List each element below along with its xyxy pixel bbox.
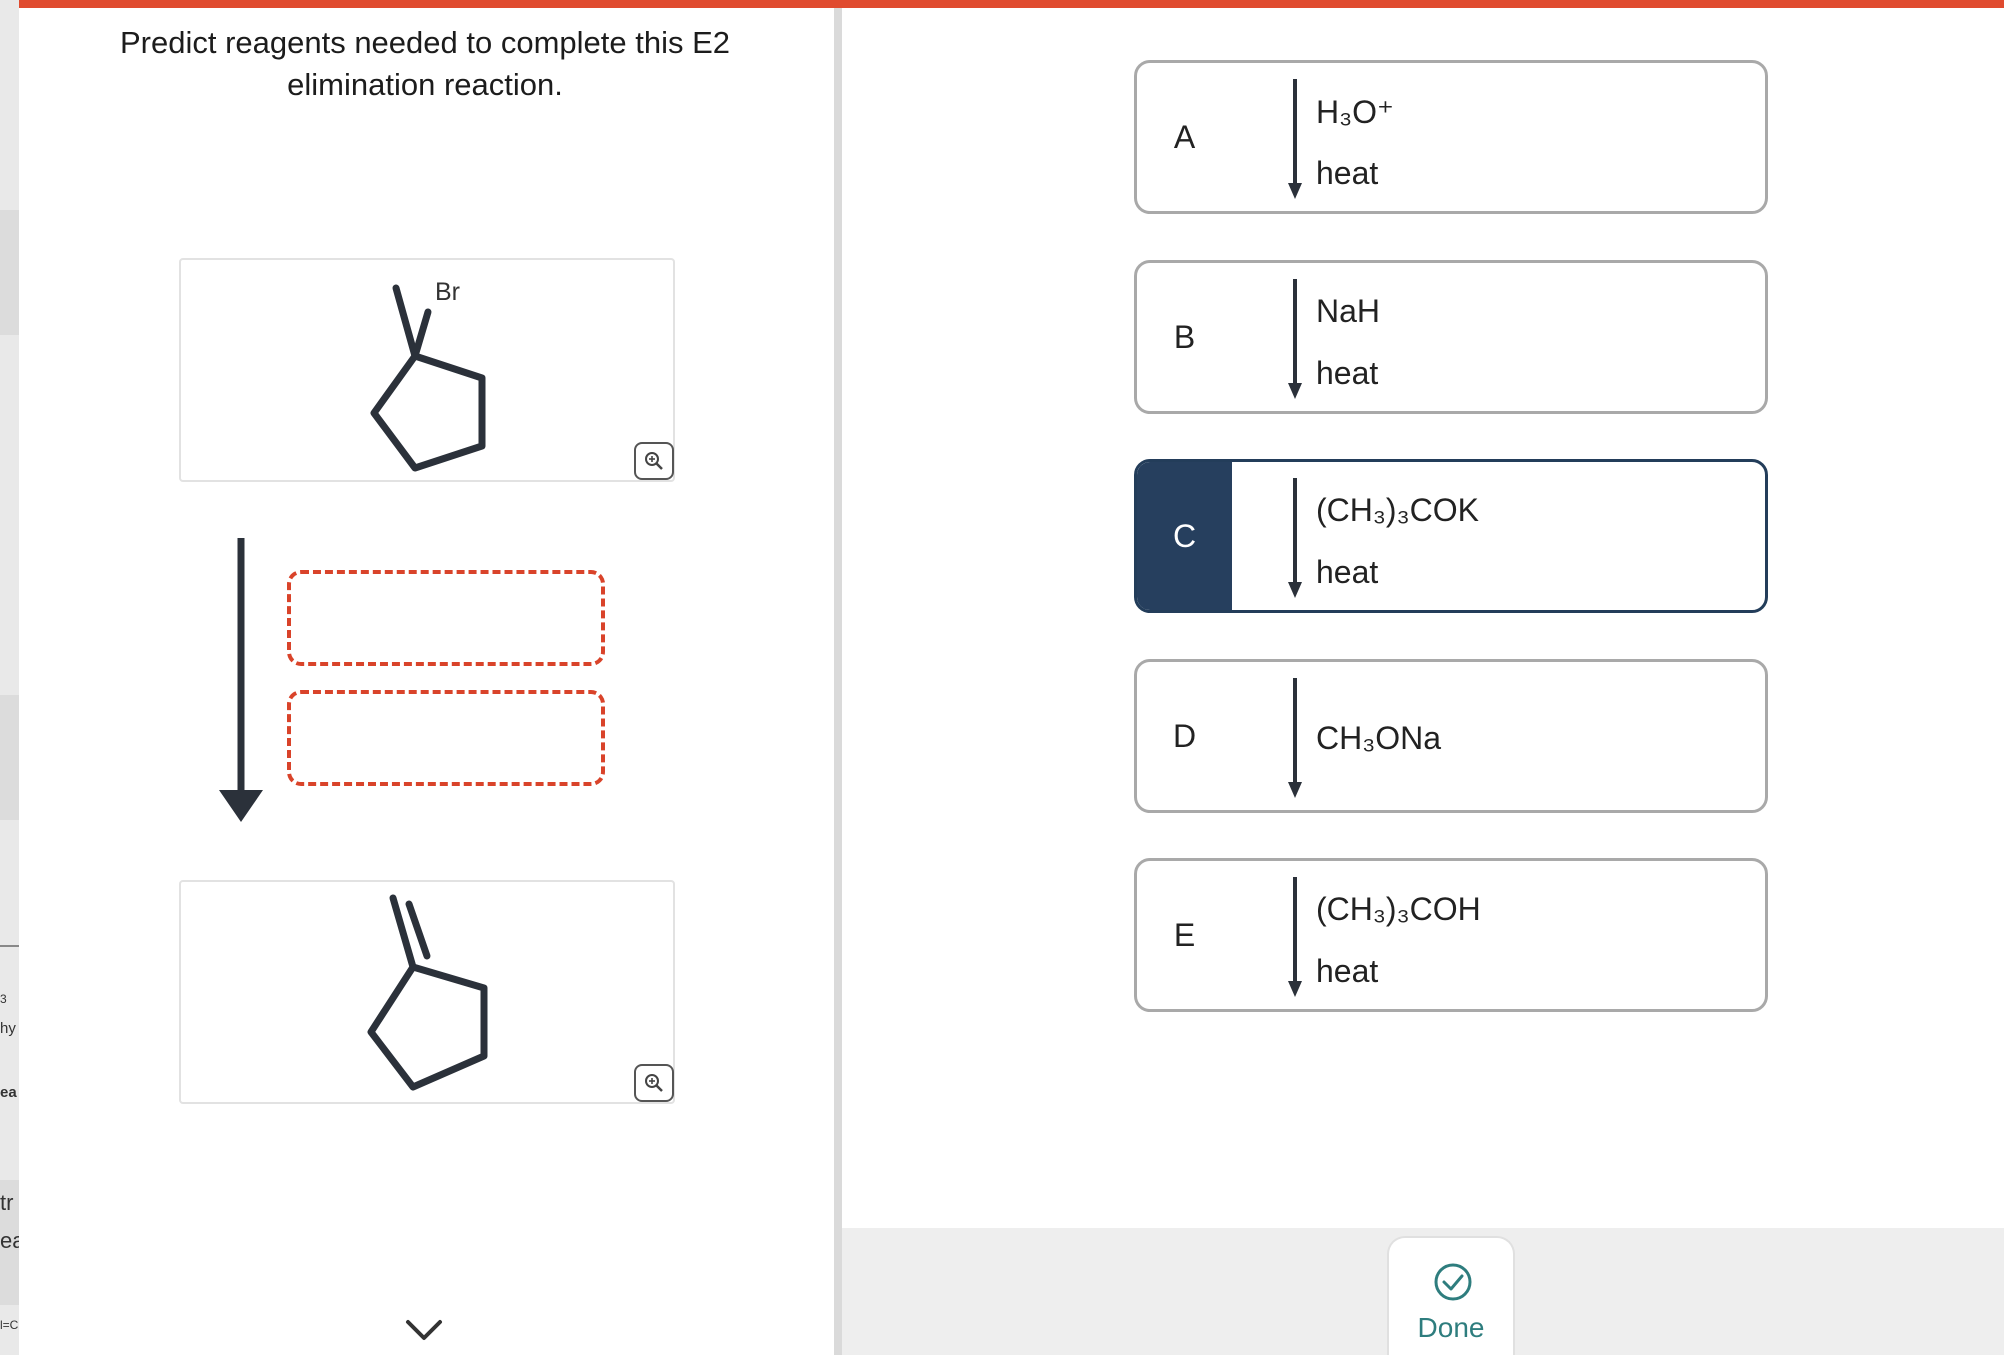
zoom-in-icon [645,1074,663,1092]
option-condition: heat [1316,953,1379,989]
option-reagent: NaH [1316,293,1381,329]
reaction-arrow-icon [1288,279,1302,399]
question-panel [19,8,834,1355]
reactant-structure: Br [370,278,486,472]
background-text-fragment: ea [0,1228,19,1253]
option-condition: heat [1316,155,1379,191]
background-text-fragment: 3 [0,992,7,1006]
background-text-fragment: l=C [0,1318,19,1332]
option-e[interactable]: E (CH₃)₃COH heat [1134,858,1768,1012]
check-circle-icon [1434,1263,1472,1301]
reactant-structure-box: Br [179,258,675,482]
question-text: Predict reagents needed to complete this… [119,25,731,102]
option-letter: E [1173,916,1196,953]
background-window-strip: 3 hy ea tr ea l=C [0,0,19,1355]
option-c[interactable]: C (CH₃)₃COK heat [1134,459,1768,613]
option-condition: heat [1316,554,1379,590]
done-label: Done [1417,1312,1485,1343]
option-reagent: (CH₃)₃COH [1316,891,1481,927]
product-structure-box [179,880,675,1104]
background-text-fragment: ea [0,1084,17,1101]
reaction-arrow-icon [1288,877,1302,997]
reaction-arrow-icon [1288,79,1302,199]
reaction-arrow-icon [1288,678,1302,798]
option-a[interactable]: A H₃O⁺ heat [1134,60,1768,214]
option-reagent: CH₃ONa [1316,720,1442,756]
reagent-dropzone-bottom[interactable] [287,690,605,786]
option-letter: C [1137,462,1232,610]
option-b[interactable]: B NaH heat [1134,260,1768,414]
zoom-in-icon [645,452,663,470]
option-letter: D [1172,717,1197,754]
zoom-reactant-button[interactable] [634,442,674,480]
reaction-arrow-icon [1288,478,1302,598]
option-letter: B [1173,318,1196,355]
product-structure [367,894,488,1091]
done-button[interactable]: Done [1387,1236,1515,1355]
option-condition: heat [1316,355,1379,391]
option-reagent: (CH₃)₃COK [1316,492,1479,528]
background-text-fragment: hy [0,1020,16,1037]
option-reagent: H₃O⁺ [1316,94,1394,130]
chevron-down-icon[interactable] [404,1318,444,1344]
reagent-dropzone-top[interactable] [287,570,605,666]
option-letter: A [1173,118,1196,155]
zoom-product-button[interactable] [634,1064,674,1102]
panel-divider [834,8,842,1355]
top-accent-bar [0,0,2004,8]
bromine-label: Br [435,278,460,306]
background-text-fragment: tr [0,1190,14,1215]
reaction-arrow-icon [219,538,263,822]
option-d[interactable]: D CH₃ONa [1134,659,1768,813]
